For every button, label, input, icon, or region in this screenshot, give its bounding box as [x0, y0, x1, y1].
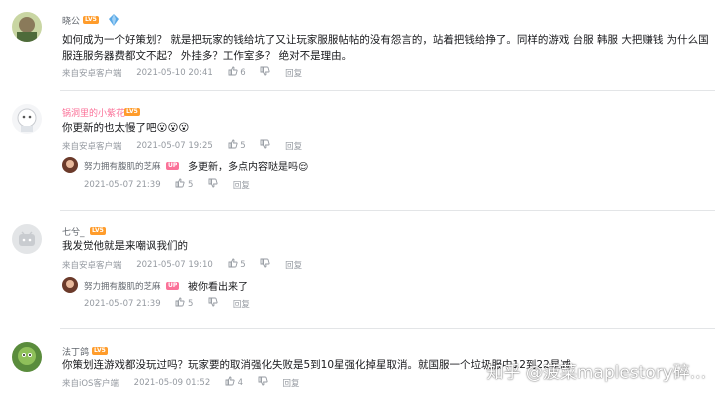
comment-meta: 来自iOS客户端 2021-05-09 01:52 4 回复 [62, 376, 300, 389]
thumbs-down-icon[interactable] [260, 139, 270, 152]
thumbs-down-icon[interactable] [260, 66, 270, 79]
timestamp: 2021-05-07 21:39 [84, 179, 161, 190]
comment-text: 你更新的也太慢了吧😮😮😮 [62, 122, 190, 134]
client-source: 来自安卓客户端 [62, 260, 122, 271]
like-count: 5 [240, 140, 246, 151]
timestamp: 2021-05-07 21:39 [84, 298, 161, 309]
reply-username[interactable]: 努力拥有腹肌的芝麻 [84, 280, 161, 292]
reply-button[interactable]: 回复 [233, 179, 250, 191]
like-button[interactable]: 5 [228, 139, 246, 152]
avatar[interactable] [12, 224, 42, 254]
like-button[interactable]: 5 [228, 258, 246, 271]
reply-username[interactable]: 努力拥有腹肌的芝麻 [84, 160, 161, 172]
thumbs-down-icon[interactable] [258, 376, 268, 389]
client-source: 来自安卓客户端 [62, 68, 122, 79]
like-count: 5 [188, 298, 194, 309]
reply-button[interactable]: 回复 [283, 377, 300, 389]
like-button[interactable]: 5 [175, 178, 193, 191]
avatar[interactable] [12, 104, 42, 134]
username[interactable]: 锅洞里的小紫花 [62, 106, 125, 119]
up-badge: UP [166, 162, 180, 170]
avatar[interactable] [12, 12, 42, 42]
username[interactable]: 晓公 [62, 14, 80, 27]
like-button[interactable]: 5 [175, 297, 193, 310]
avatar[interactable] [12, 342, 42, 372]
like-count: 5 [188, 179, 194, 190]
like-button[interactable]: 6 [228, 66, 246, 79]
divider [60, 328, 715, 329]
comment-text: 如何成为一个好策划？ 就是把玩家的钱给坑了又让玩家服服帖帖的没有怨言的，站着把钱… [62, 34, 709, 62]
reply-button[interactable]: 回复 [285, 259, 302, 271]
up-badge: UP [166, 282, 180, 290]
timestamp: 2021-05-09 01:52 [133, 377, 211, 388]
username[interactable]: 七兮_ [62, 225, 85, 238]
timestamp: 2021-05-07 19:25 [136, 140, 213, 151]
thumbs-up-icon [228, 258, 238, 271]
comment-meta: 来自安卓客户端 2021-05-10 20:41 6 回复 [62, 66, 302, 79]
reply-button[interactable]: 回复 [285, 140, 302, 152]
reply-text: 被你看出来了 [188, 282, 248, 293]
diamond-badge-icon [107, 12, 121, 31]
like-count: 6 [240, 67, 246, 78]
client-source: 来自iOS客户端 [62, 378, 119, 389]
reply-avatar[interactable] [62, 157, 78, 173]
reply-meta: 2021-05-07 21:39 5 回复 [84, 297, 250, 310]
thumbs-up-icon [225, 376, 235, 389]
thumbs-down-icon[interactable] [260, 258, 270, 271]
comment-text: 我发觉他就是来嘲讽我们的 [62, 240, 188, 252]
comment-meta: 来自安卓客户端 2021-05-07 19:25 5 回复 [62, 139, 302, 152]
like-button[interactable]: 4 [225, 376, 243, 389]
thumbs-down-icon[interactable] [208, 178, 218, 191]
divider [60, 90, 715, 91]
like-count: 4 [237, 377, 244, 388]
reply-button[interactable]: 回复 [233, 298, 250, 310]
thumbs-up-icon [228, 139, 238, 152]
client-source: 来自安卓客户端 [62, 141, 122, 152]
thumbs-up-icon [175, 178, 185, 191]
reply-button[interactable]: 回复 [285, 67, 302, 79]
thumbs-up-icon [228, 66, 238, 79]
watermark: 知乎 @菠菜maplestory碎... [486, 363, 706, 383]
thumbs-up-icon [175, 297, 185, 310]
comment-meta: 来自安卓客户端 2021-05-07 19:10 5 回复 [62, 258, 302, 271]
thumbs-down-icon[interactable] [208, 297, 218, 310]
level-badge: LV5 [124, 108, 140, 116]
level-badge: LV5 [90, 227, 106, 235]
timestamp: 2021-05-10 20:41 [136, 67, 213, 78]
timestamp: 2021-05-07 19:10 [136, 259, 213, 270]
reply-text: 多更新，多点内容哒是吗😌 [188, 162, 309, 173]
level-badge: LV5 [92, 347, 108, 355]
divider [60, 210, 715, 211]
reply-meta: 2021-05-07 21:39 5 回复 [84, 178, 250, 191]
like-count: 5 [240, 259, 246, 270]
level-badge: LV5 [83, 16, 99, 24]
reply-avatar[interactable] [62, 277, 78, 293]
